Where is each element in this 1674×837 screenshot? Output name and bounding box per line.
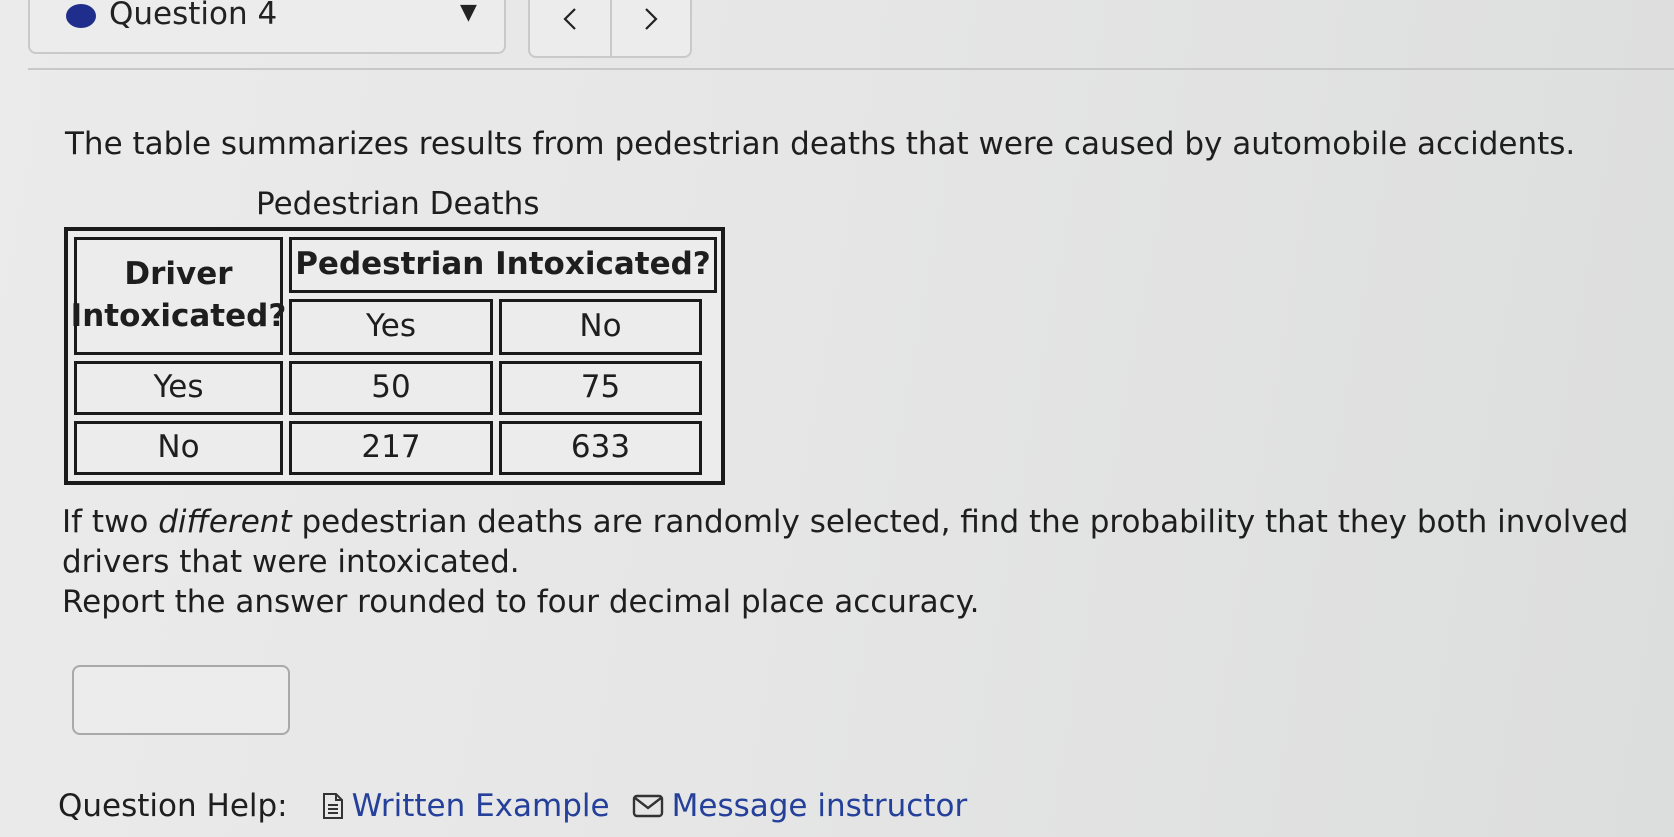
divider bbox=[28, 68, 1674, 70]
question-help-label: Question Help: bbox=[58, 788, 288, 824]
written-example-label: Written Example bbox=[351, 788, 610, 824]
caret-down-icon[interactable]: ▼ bbox=[460, 0, 477, 25]
question-help: Question Help: Written Example Message i… bbox=[58, 788, 967, 824]
row-label-no: No bbox=[74, 421, 283, 475]
table-caption: Pedestrian Deaths bbox=[256, 186, 540, 222]
question-label: Question 4 bbox=[109, 0, 278, 32]
next-question-button[interactable] bbox=[610, 0, 692, 58]
row-label-yes: Yes bbox=[74, 361, 283, 415]
table-cell: 633 bbox=[499, 421, 702, 475]
prompt-emphasis: different bbox=[158, 504, 292, 540]
pedestrian-deaths-table: Driver Intoxicated? Pedestrian Intoxicat… bbox=[64, 227, 725, 485]
table-cell: 75 bbox=[499, 361, 702, 415]
envelope-icon bbox=[632, 794, 663, 818]
prompt-instruction: Report the answer rounded to four decima… bbox=[62, 584, 980, 620]
document-icon bbox=[322, 793, 343, 819]
written-example-link[interactable]: Written Example bbox=[322, 788, 610, 824]
question-selector[interactable]: Question 4 ▼ bbox=[28, 0, 506, 54]
question-prompt: If two different pedestrian deaths are r… bbox=[62, 502, 1672, 622]
message-instructor-link[interactable]: Message instructor bbox=[632, 788, 968, 824]
col-header-yes: Yes bbox=[289, 299, 493, 355]
prompt-text: If two bbox=[62, 504, 159, 540]
chevron-right-icon bbox=[645, 8, 658, 30]
previous-question-button[interactable] bbox=[528, 0, 612, 58]
message-instructor-label: Message instructor bbox=[671, 788, 968, 824]
col-header-no: No bbox=[499, 299, 702, 355]
answer-input[interactable] bbox=[72, 665, 290, 735]
row-header-cell: Driver Intoxicated? bbox=[71, 237, 286, 355]
chevron-left-icon bbox=[563, 8, 576, 30]
col-group-header-cell: Pedestrian Intoxicated? bbox=[289, 237, 717, 293]
intro-text: The table summarizes results from pedest… bbox=[65, 126, 1576, 162]
status-dot-icon bbox=[66, 4, 96, 28]
table-cell: 50 bbox=[289, 361, 493, 415]
table-cell: 217 bbox=[289, 421, 493, 475]
prompt-text: pedestrian deaths are randomly selected,… bbox=[62, 504, 1629, 580]
